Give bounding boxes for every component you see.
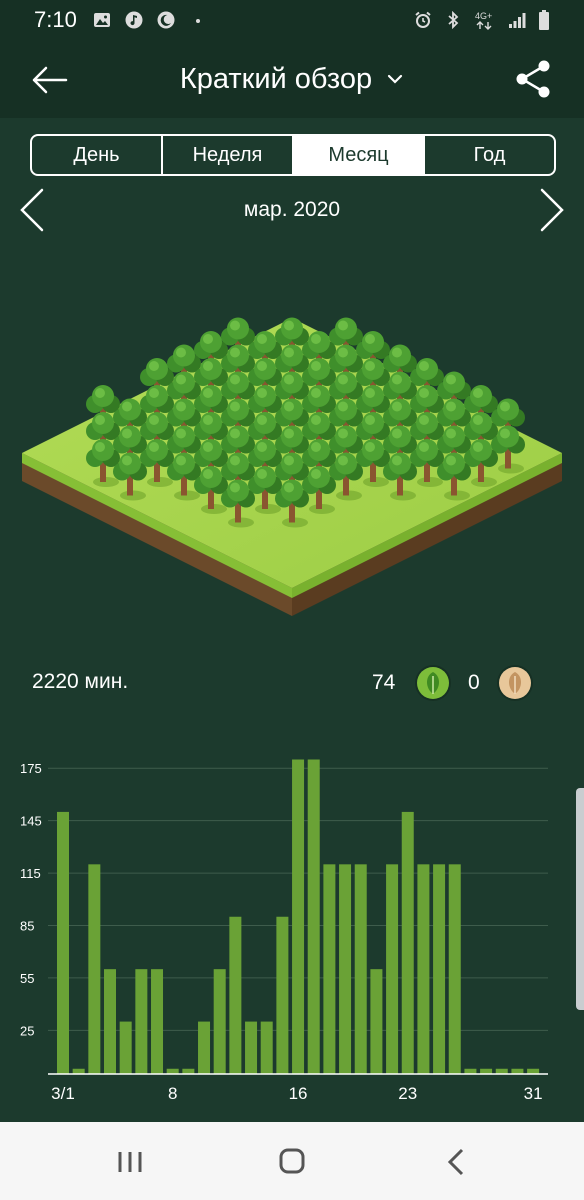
x-tick-label: 31 [524,1084,543,1103]
chevron-left-icon[interactable] [18,186,48,234]
bar-day-16 [292,759,305,1074]
bar-day-24 [417,864,430,1074]
x-tick-label: 8 [168,1084,177,1103]
healthy-tree-count: 74 [372,671,396,694]
bar-day-20 [354,864,367,1074]
y-tick-label: 25 [20,1023,34,1038]
bar-day-29 [495,1068,508,1074]
bar-day-1 [57,811,69,1074]
bar-day-23 [401,811,414,1074]
svg-text:4G+: 4G+ [475,11,492,21]
bar-day-17 [307,759,320,1074]
bar-day-21 [370,969,383,1074]
x-tick-label: 16 [289,1084,308,1103]
x-tick-label: 23 [398,1084,417,1103]
summary-row: 2220 мин. 74 0 [0,662,584,704]
status-bar: 7:10 4G+ [0,0,584,40]
bar-day-30 [511,1068,524,1074]
bar-day-22 [386,864,399,1074]
system-nav-bar [0,1122,584,1200]
bluetooth-icon [448,11,459,29]
y-tick-label: 85 [20,918,34,933]
x-tick-label: 3/1 [51,1084,75,1103]
bar-day-7 [151,969,164,1074]
network-4g-icon: 4G+ [475,11,492,30]
bar-day-14 [260,1021,273,1074]
period-tabs: День Неделя Месяц Год [30,134,556,176]
recent-apps-icon[interactable] [110,1144,150,1180]
bar-day-8 [166,1068,179,1074]
bar-day-26 [448,864,461,1074]
bar-day-19 [339,864,352,1074]
battery-icon [539,10,549,30]
tab-day[interactable]: День [32,136,163,174]
back-icon[interactable] [436,1144,476,1180]
dead-tree-count: 0 [468,671,480,694]
bar-day-18 [323,864,336,1074]
home-icon[interactable] [272,1144,312,1180]
bar-day-28 [480,1068,493,1074]
y-tick-label: 175 [20,761,42,776]
bar-day-15 [276,916,289,1074]
scrollbar-handle[interactable] [576,788,584,1010]
period-label: мар. 2020 [243,198,341,221]
bar-day-27 [464,1068,477,1074]
bar-day-5 [119,1021,132,1074]
focus-time-chart: 25 55 85 115 145 175 3/1 8 16 23 31 [20,759,548,1103]
chevron-down-icon [388,74,403,84]
bar-day-4 [104,969,117,1074]
title-dropdown[interactable]: Краткий обзор [180,63,404,96]
bar-day-11 [213,969,226,1074]
period-selector: мар. 2020 [0,186,584,234]
dot-icon [195,19,200,23]
forest-illustration [22,317,562,616]
bar-day-3 [88,864,101,1074]
bar-day-9 [182,1068,195,1074]
page-title: Краткий обзор [179,62,373,95]
image-icon [93,13,110,27]
y-tick-label: 115 [20,866,41,881]
total-minutes: 2220 мин. [32,670,129,693]
healthy-leaf-icon [415,665,451,701]
tab-week[interactable]: Неделя [163,136,294,174]
bar-day-2 [72,1068,85,1074]
withered-leaf-icon [497,665,533,701]
bar-day-10 [198,1021,211,1074]
arrow-left-icon[interactable] [28,60,70,100]
bar-day-31 [527,1068,540,1074]
alarm-icon [415,11,431,28]
chevron-right-icon[interactable] [536,186,566,234]
bar-day-12 [229,916,242,1074]
tab-year[interactable]: Год [425,136,554,174]
music-icon [125,11,143,29]
y-tick-label: 55 [20,971,34,986]
bar-day-25 [433,864,446,1074]
app-bar: Краткий обзор [0,40,584,118]
signal-icon [509,13,526,28]
bar-day-6 [135,969,148,1074]
bar-day-13 [245,1021,258,1074]
share-icon[interactable] [514,58,554,100]
tab-month[interactable]: Месяц [294,136,425,174]
y-tick-label: 145 [20,814,42,829]
moon-icon [157,11,175,29]
status-time: 7:10 [34,7,77,32]
